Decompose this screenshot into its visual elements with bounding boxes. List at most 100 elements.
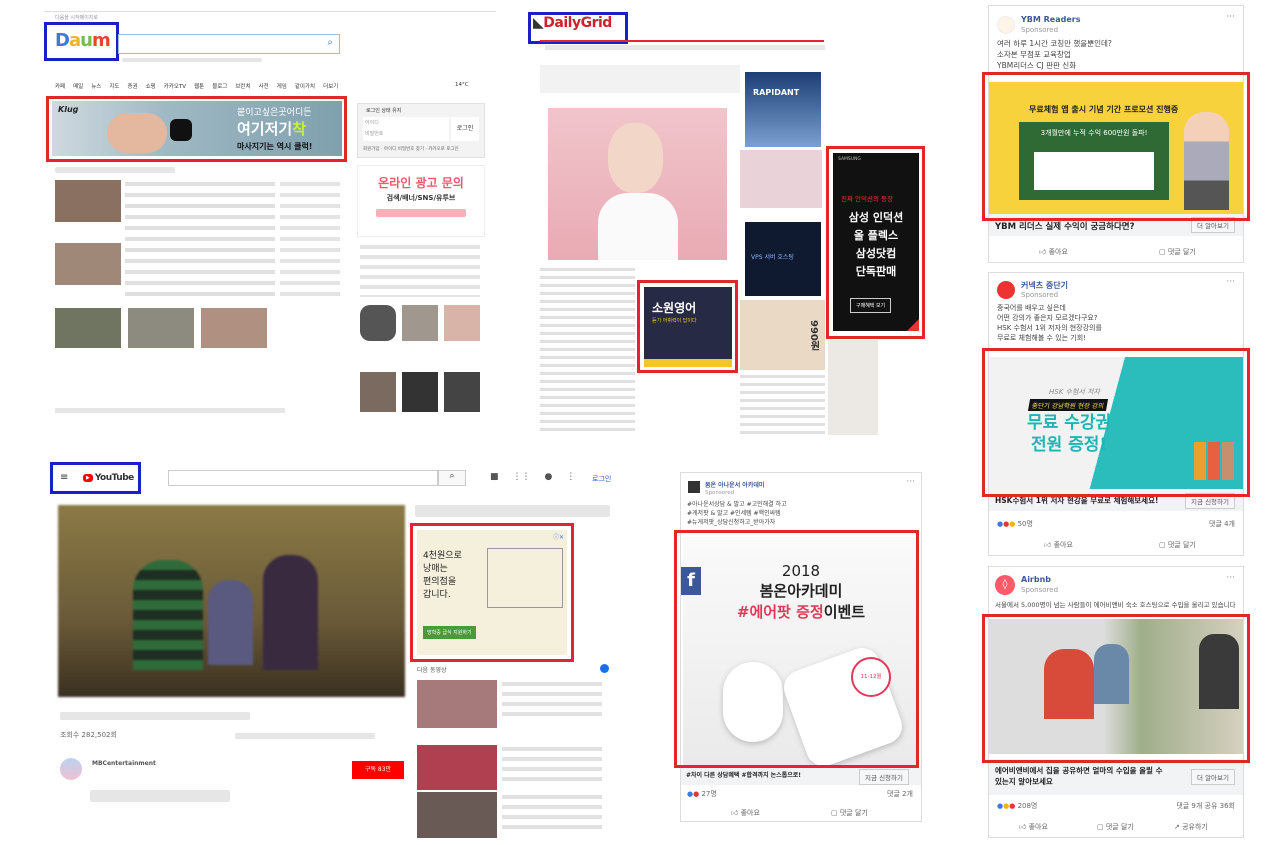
ad-highlight-box (674, 530, 919, 768)
nav-item[interactable]: 같이가치 (295, 82, 315, 90)
nav-item[interactable]: 카카오TV (164, 82, 186, 90)
page-name[interactable]: 봄온 아나운서 아카데미 (705, 480, 764, 489)
like-button[interactable]: 👍︎ 좋아요 (1044, 540, 1073, 550)
login-links[interactable]: 회원가입 · 아이디 비밀번호 찾기 · 카카오로 로그인 (363, 146, 459, 152)
cta-button[interactable]: 지금 신청하기 (859, 769, 909, 785)
ad-label-bar (415, 505, 610, 517)
nav-item[interactable]: 지도 (109, 82, 119, 90)
news-thumb (128, 308, 194, 348)
rapidant-ad[interactable]: RAPIDANT (745, 72, 821, 147)
video-title (60, 712, 250, 720)
apps-icon[interactable]: ⋮⋮ (513, 472, 531, 482)
like-button[interactable]: 👍︎ 좋아요 (1019, 822, 1048, 832)
airbnb-logo-icon[interactable]: ◊ (995, 575, 1015, 595)
more-icon[interactable]: ··· (906, 477, 915, 487)
nav-item[interactable]: 사전 (259, 82, 269, 90)
news-list (125, 182, 275, 297)
share-button[interactable]: ↗ 공유하기 (1174, 822, 1208, 832)
nav-item[interactable]: 증권 (128, 82, 138, 90)
more-icon[interactable]: ⋮ (566, 472, 575, 482)
search-input[interactable]: ⌕ (118, 34, 340, 54)
ad-highlight-box (982, 348, 1250, 497)
nav-item[interactable]: 카페 (55, 82, 65, 90)
shopping-thumb (402, 372, 438, 412)
logo-highlight-box (50, 462, 141, 494)
subscribe-button[interactable]: 구독 83만 (352, 761, 404, 779)
comment-icon: ▢ (1159, 541, 1166, 549)
page-avatar[interactable] (997, 281, 1015, 299)
comment-count[interactable]: 댓글 2개 (887, 789, 913, 799)
password-input[interactable]: 비밀번호 (365, 130, 447, 137)
page-avatar[interactable] (997, 16, 1015, 34)
nav-item[interactable]: 웹툰 (194, 82, 204, 90)
shopping-thumb (444, 372, 480, 412)
news-footer (55, 375, 335, 380)
online-ad-banner[interactable]: 온라인 광고 문의 검색/배너/SNS/유투브 (357, 165, 485, 237)
nav-item[interactable]: 더보기 (323, 82, 338, 90)
like-button[interactable]: 👍︎ 좋아요 (1039, 247, 1068, 257)
camera-icon[interactable]: ■ (490, 472, 499, 482)
start-page-link[interactable]: 다음을 시작페이지로 (55, 14, 98, 21)
nav-item[interactable]: 게임 (277, 82, 287, 90)
nav-item[interactable]: 블로그 (212, 82, 227, 90)
page-avatar[interactable] (688, 481, 700, 493)
thumbs-up-icon: 👍︎ (731, 809, 739, 817)
related-list (740, 375, 825, 435)
channel-name[interactable]: MBCentertainment (92, 760, 156, 767)
recommended-thumb[interactable] (417, 792, 497, 838)
login-fields: 아이디비밀번호 (363, 117, 449, 141)
header-icons: ■ ⋮⋮ ● ⋮ (490, 472, 575, 482)
login-link[interactable]: 로그인 (592, 474, 611, 484)
login-button[interactable]: 로그인 (451, 117, 479, 141)
thumbs-up-icon: 👍︎ (1039, 248, 1047, 256)
like-button[interactable]: 👍︎ 좋아요 (731, 808, 760, 818)
channel-avatar[interactable] (60, 758, 82, 780)
comment-count[interactable]: 댓글 4개 (1209, 519, 1235, 529)
autoplay-toggle[interactable] (600, 664, 609, 673)
more-icon[interactable]: ··· (1226, 573, 1235, 583)
sponsored-label: Sponsored (1021, 291, 1059, 299)
chat-icon[interactable]: ● (545, 472, 553, 482)
id-input[interactable]: 아이디 (365, 119, 447, 126)
news-tabs (55, 167, 175, 173)
product-ad[interactable] (740, 150, 822, 208)
thumbs-up-icon: 👍︎ (1019, 823, 1027, 831)
search-input[interactable] (168, 470, 438, 486)
nav-item[interactable]: 뉴스 (91, 82, 101, 90)
comment-button[interactable]: ▢ 댓글 달기 (1159, 247, 1196, 257)
video-player[interactable] (58, 505, 405, 697)
recommended-meta (502, 795, 602, 835)
comment-button[interactable]: ▢ 댓글 달기 (1097, 822, 1134, 832)
reactions[interactable]: ●● 27명 (687, 789, 717, 799)
page-name[interactable]: Airbnb (1021, 575, 1051, 584)
search-icon[interactable]: ⌕ (327, 37, 333, 48)
more-icon[interactable]: ··· (1226, 277, 1235, 287)
nav-item[interactable]: 쇼핑 (146, 82, 156, 90)
search-suggestions (122, 58, 262, 62)
more-icon[interactable]: ··· (1226, 12, 1235, 22)
comment-button[interactable]: ▢ 댓글 달기 (831, 808, 868, 818)
page-name[interactable]: YBM Readers (1021, 15, 1080, 24)
sponsored-label: Sponsored (1021, 26, 1059, 34)
sponsored-label: Sponsored (705, 490, 735, 496)
nav-item[interactable]: 메일 (73, 82, 83, 90)
video-actions[interactable] (235, 733, 375, 739)
reactions[interactable]: ●●● 50명 (997, 519, 1033, 529)
recommended-thumb[interactable] (417, 680, 497, 728)
comment-count[interactable]: 댓글 9개 공유 36회 (1176, 801, 1235, 811)
reactions[interactable]: ●●● 208명 (997, 801, 1037, 811)
comment-button[interactable]: ▢ 댓글 달기 (1159, 540, 1196, 550)
nav-item[interactable]: 브런치 (235, 82, 250, 90)
divider (44, 11, 496, 12)
vps-ad[interactable]: VPS 서버 호스팅 (745, 222, 821, 296)
tea-ad[interactable]: 990원 (740, 300, 825, 370)
cta-button[interactable]: 더 알아보기 (1191, 769, 1235, 785)
keep-login-checkbox[interactable]: 로그인 상태 유지 (366, 107, 401, 114)
up-next-label: 다음 동영상 (417, 667, 447, 674)
side-ad[interactable] (828, 340, 878, 435)
search-button[interactable]: ⌕ (438, 470, 466, 486)
post-text: 중국어를 배우고 싶은데 어떤 강의가 좋은지 모르겠다구요? HSK 수험서 1위… (997, 304, 1102, 342)
page-name[interactable]: 커넥츠 중단기 (1021, 280, 1068, 291)
ad-highlight-box (46, 96, 347, 162)
recommended-thumb[interactable] (417, 745, 497, 790)
